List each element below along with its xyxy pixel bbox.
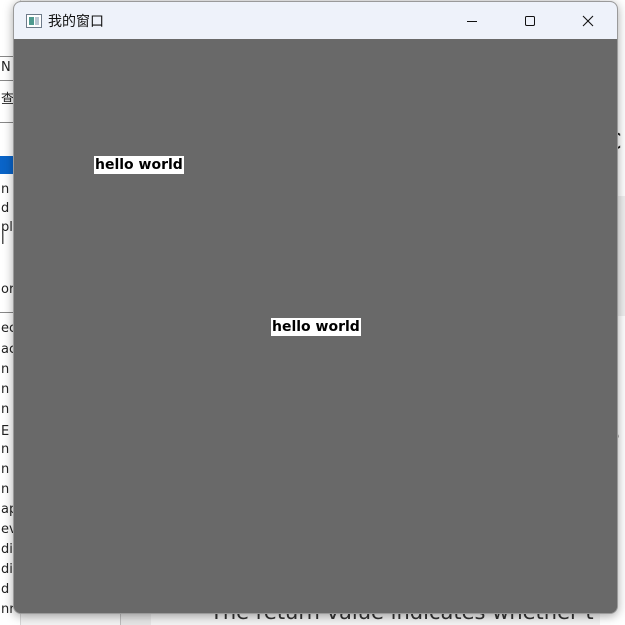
background-text-fragment: n [1, 482, 10, 497]
background-text-fragment: n [1, 182, 10, 197]
background-text-fragment: n [1, 382, 10, 397]
window-title: 我的窗口 [48, 13, 104, 30]
minimize-button[interactable] [443, 2, 501, 39]
hello-world-label: hello world [271, 318, 361, 336]
app-window-icon [26, 13, 42, 28]
background-rule [0, 80, 14, 81]
background-text-fragment: N [1, 60, 11, 75]
background-text-fragment: n [1, 362, 10, 377]
close-icon [582, 15, 594, 26]
maximize-icon [525, 15, 535, 26]
background-text-fragment: n [1, 462, 10, 477]
background-text-fragment: l [1, 233, 5, 248]
window-client-area: hello world hello world [14, 39, 617, 613]
background-text-fragment: di [1, 562, 13, 577]
background-text-fragment: d [1, 582, 10, 597]
close-button[interactable] [559, 2, 617, 39]
main-window[interactable]: 我的窗口 hello world hello world [13, 1, 618, 614]
background-rule [0, 56, 14, 57]
background-text-fragment: n [1, 402, 10, 417]
background-text-fragment: n [1, 442, 10, 457]
minimize-icon [467, 20, 477, 22]
background-rule [0, 122, 14, 123]
background-text-fragment: d [1, 201, 10, 216]
background-selection [0, 156, 14, 174]
title-bar[interactable]: 我的窗口 [14, 2, 617, 39]
background-rule [0, 312, 14, 313]
maximize-button[interactable] [501, 2, 559, 39]
background-text-fragment: E [1, 424, 10, 439]
caption-buttons [443, 2, 617, 39]
hello-world-label: hello world [94, 156, 184, 174]
background-text-fragment: di [1, 542, 13, 557]
